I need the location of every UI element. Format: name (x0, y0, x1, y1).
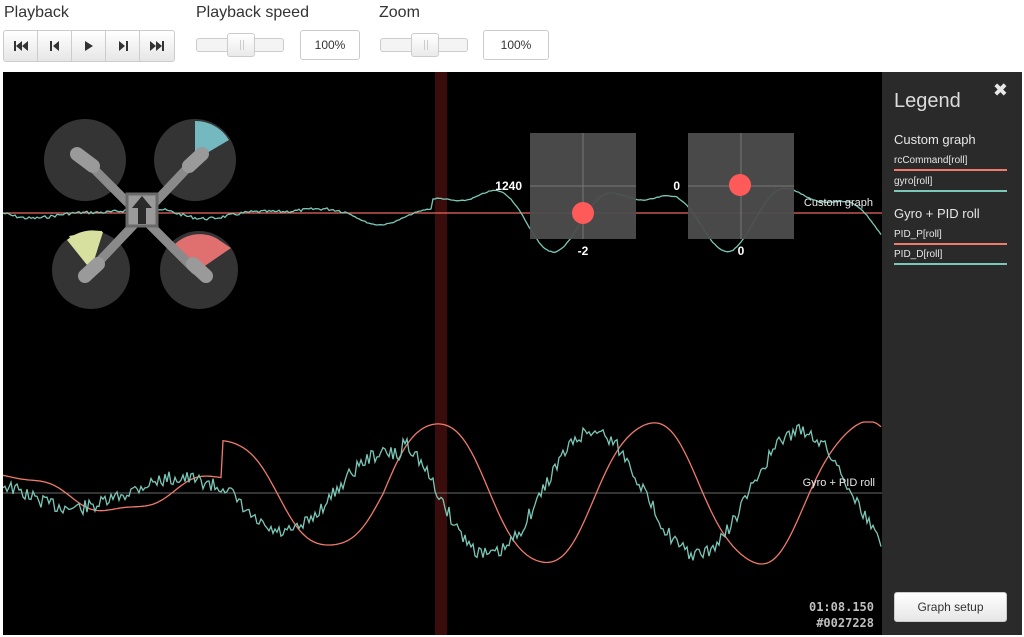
playback-speed-value[interactable]: 100% (300, 30, 360, 60)
stick-left-top-value: 1240 (495, 179, 522, 193)
stick-right-bottom-value: 0 (738, 244, 745, 258)
legend-group-custom-graph[interactable]: Custom graph (894, 132, 976, 147)
skip-to-end-button[interactable] (140, 31, 174, 61)
zoom-label: Zoom (379, 4, 420, 21)
skip-to-start-icon (13, 41, 28, 51)
gyro-pid-label: Gyro + PID roll (803, 477, 875, 489)
stick-box-right (688, 133, 794, 239)
legend-title: Legend (894, 90, 961, 112)
close-icon[interactable]: ✖ (993, 80, 1008, 101)
skip-to-end-icon (150, 41, 164, 51)
play-button[interactable] (72, 31, 106, 61)
step-back-icon (49, 41, 59, 51)
graph-svg: 1240 -2 0 0 Custom graph Gyro + PID roll… (3, 72, 882, 635)
legend-item-pid-p-roll[interactable]: PID_P[roll] (894, 229, 1007, 245)
quadcopter-overlay (44, 119, 238, 309)
playback-speed-slider-handle[interactable] (227, 33, 255, 57)
stick-left-dot (572, 202, 594, 224)
zoom-slider[interactable] (380, 33, 468, 57)
step-back-button[interactable] (38, 31, 72, 61)
legend-group-gyro-pid-roll[interactable]: Gyro + PID roll (894, 206, 980, 221)
stick-right-top-value: 0 (673, 179, 680, 193)
playback-speed-label: Playback speed (196, 4, 309, 21)
stick-right-dot (729, 174, 751, 196)
play-icon (84, 41, 93, 51)
step-forward-icon (118, 41, 128, 51)
playback-speed-slider[interactable] (196, 33, 284, 57)
skip-to-start-button[interactable] (4, 31, 38, 61)
playback-button-group (3, 30, 175, 62)
time-readout: 01:08.150 (809, 600, 874, 614)
playback-cursor[interactable] (435, 72, 447, 635)
zoom-value[interactable]: 100% (483, 30, 549, 60)
legend-item-rccommand-roll[interactable]: rcCommand[roll] (894, 155, 1007, 171)
legend-item-pid-d-roll[interactable]: PID_D[roll] (894, 249, 1007, 265)
frame-readout: #0027228 (816, 616, 874, 630)
legend-panel: ✖ Legend Custom graph rcCommand[roll] gy… (882, 72, 1022, 635)
step-forward-button[interactable] (106, 31, 140, 61)
playback-label: Playback (4, 4, 69, 21)
legend-item-gyro-roll[interactable]: gyro[roll] (894, 176, 1007, 192)
toolbar: Playback Playback speed 100% Zoom 100% (0, 0, 1024, 72)
stick-left-bottom-value: -2 (578, 244, 589, 258)
log-graph-canvas[interactable]: 1240 -2 0 0 Custom graph Gyro + PID roll… (3, 72, 882, 635)
graph-setup-button[interactable]: Graph setup (894, 592, 1007, 622)
custom-graph-label: Custom graph (804, 197, 873, 209)
zoom-slider-handle[interactable] (411, 33, 439, 57)
stick-box-left (530, 133, 636, 239)
